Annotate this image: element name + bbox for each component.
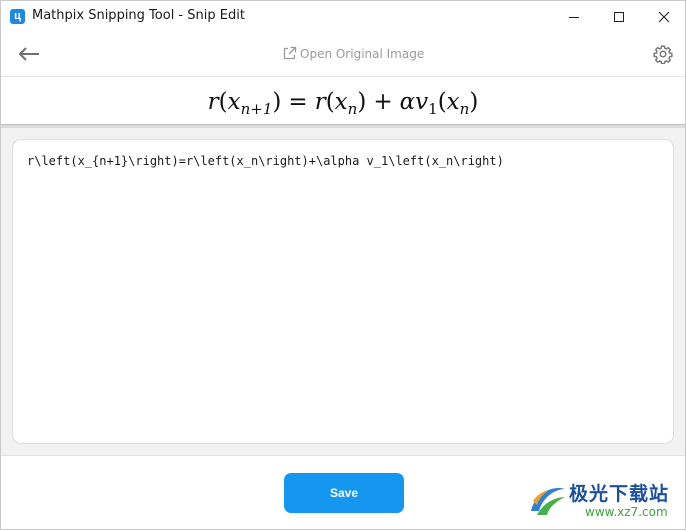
close-button[interactable] <box>641 1 685 32</box>
close-icon <box>658 11 670 22</box>
title-bar[interactable]: ц Mathpix Snipping Tool - Snip Edit <box>1 1 685 32</box>
open-original-label: Open Original Image <box>300 46 425 61</box>
save-button[interactable]: Save <box>284 473 404 513</box>
external-link-icon <box>282 46 297 61</box>
open-original-image-link[interactable]: Open Original Image <box>282 46 424 61</box>
minimize-button[interactable] <box>551 1 597 32</box>
mathpix-app-icon: ц <box>10 9 25 24</box>
maximize-button[interactable] <box>596 1 642 32</box>
watermark-logo-icon <box>531 487 565 515</box>
rendered-formula: r(xn+1) = r(xn) + αv1(xn) <box>207 88 479 118</box>
snip-toolbar: Open Original Image <box>1 32 685 77</box>
window-title: Mathpix Snipping Tool - Snip Edit <box>32 8 245 23</box>
watermark: 极光下载站 www.xz7.com <box>525 475 683 527</box>
arrow-left-icon <box>18 47 39 61</box>
rendered-formula-panel: r(xn+1) = r(xn) + αv1(xn) <box>1 77 685 124</box>
watermark-url: www.xz7.com <box>585 505 668 519</box>
latex-editor[interactable]: r\left(x_{n+1}\right)=r\left(x_n\right)+… <box>12 139 674 444</box>
settings-button[interactable] <box>652 43 674 65</box>
gear-icon <box>653 45 673 64</box>
minimize-icon <box>569 16 579 18</box>
editor-panel: r\left(x_{n+1}\right)=r\left(x_n\right)+… <box>1 128 685 455</box>
watermark-brand: 极光下载站 <box>569 483 670 505</box>
maximize-icon <box>614 11 624 22</box>
app-window: ц Mathpix Snipping Tool - Snip Edit Open… <box>0 0 686 530</box>
back-button[interactable] <box>17 44 41 64</box>
